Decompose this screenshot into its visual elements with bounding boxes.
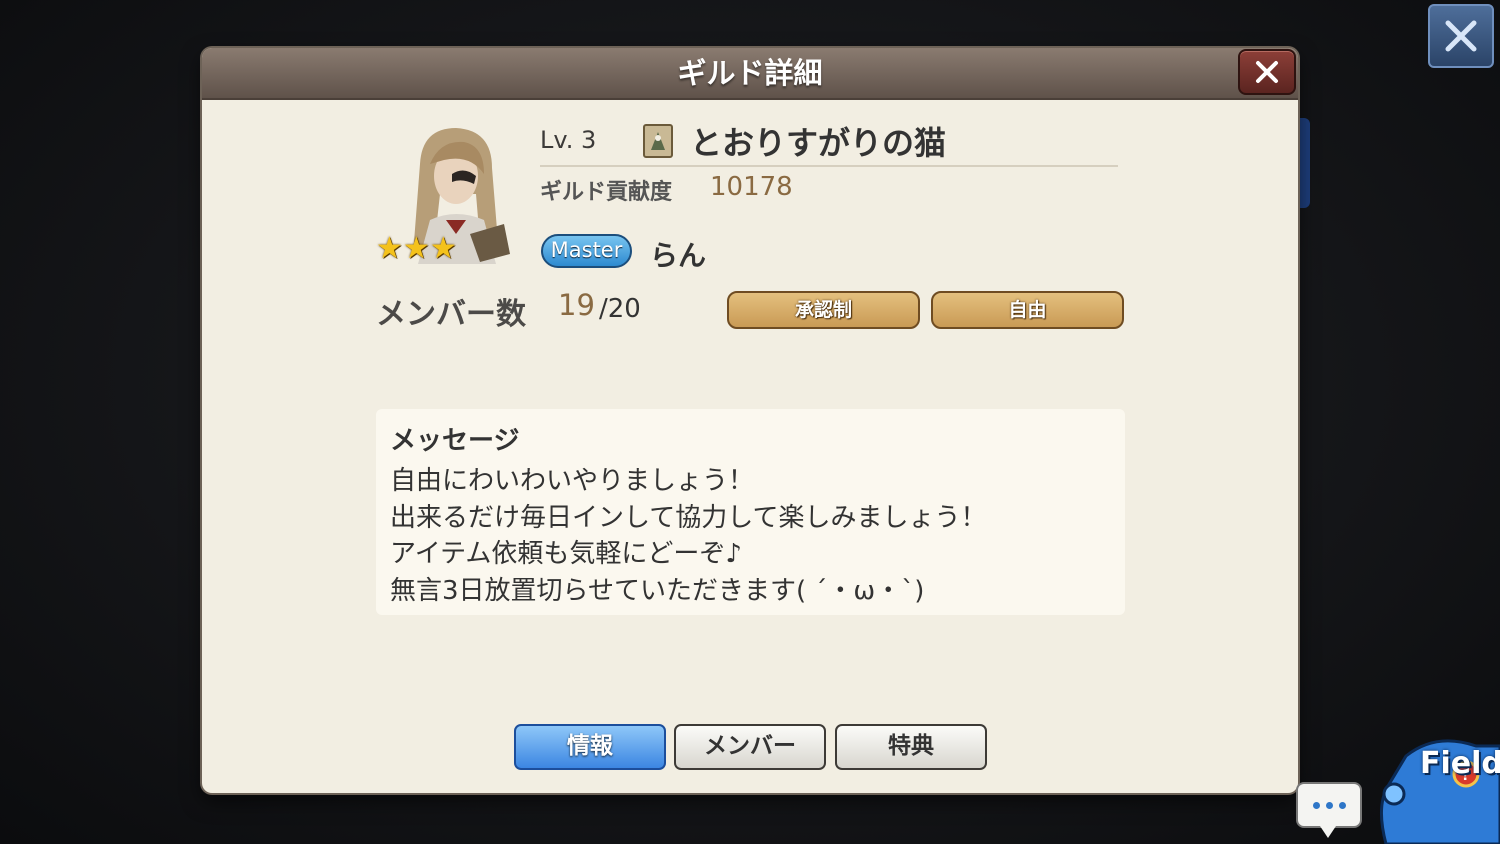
members-max: /20	[599, 294, 641, 324]
guild-emblem-icon	[643, 124, 673, 158]
star-icon: ★	[429, 231, 457, 266]
role-badge: Master	[541, 234, 632, 268]
chat-dot	[1338, 801, 1346, 809]
star-icon: ★	[402, 231, 430, 266]
guild-name: とおりすがりの猫	[690, 124, 947, 162]
message-line: アイテム依頼も気軽にどーぞ♪	[390, 539, 742, 569]
contribution-value: 10178	[710, 172, 793, 202]
tab-benefits[interactable]: 特典	[835, 724, 987, 770]
chat-button[interactable]	[1296, 782, 1362, 828]
message-line: 無言3日放置切らせていただきます( ´・ω・`)	[390, 576, 925, 606]
message-line: 自由にわいわいやりましょう！	[390, 466, 755, 496]
master-name: らん	[650, 239, 707, 272]
chat-dot	[1312, 801, 1320, 809]
rarity-stars: ★ ★ ★	[376, 234, 457, 264]
members-label: メンバー数	[376, 297, 526, 332]
contribution-label: ギルド貢献度	[540, 180, 673, 205]
tab-members[interactable]: メンバー	[674, 724, 826, 770]
chat-bubble-tail	[1320, 826, 1336, 838]
join-policy-tag: 承認制	[727, 291, 920, 329]
side-tab	[1296, 118, 1310, 208]
dialog-titlebar: ギルド詳細	[202, 48, 1298, 100]
tab-info[interactable]: 情報	[514, 724, 666, 770]
outer-close-button[interactable]	[1428, 4, 1494, 68]
message-line: 出来るだけ毎日インして協力して楽しみましょう！	[390, 503, 987, 533]
star-icon: ★	[376, 231, 403, 266]
dialog-title: ギルド詳細	[677, 56, 823, 90]
divider	[540, 165, 1118, 167]
play-style-tag: 自由	[931, 291, 1124, 329]
close-icon	[1256, 61, 1278, 83]
chat-dot	[1325, 801, 1333, 809]
message-title: メッセージ	[390, 426, 520, 456]
members-count: 19	[558, 288, 595, 322]
close-icon	[1445, 20, 1477, 52]
field-label: Field	[1420, 746, 1500, 781]
guild-level: Lv. 3	[540, 126, 597, 154]
dialog-close-button[interactable]	[1238, 49, 1296, 95]
